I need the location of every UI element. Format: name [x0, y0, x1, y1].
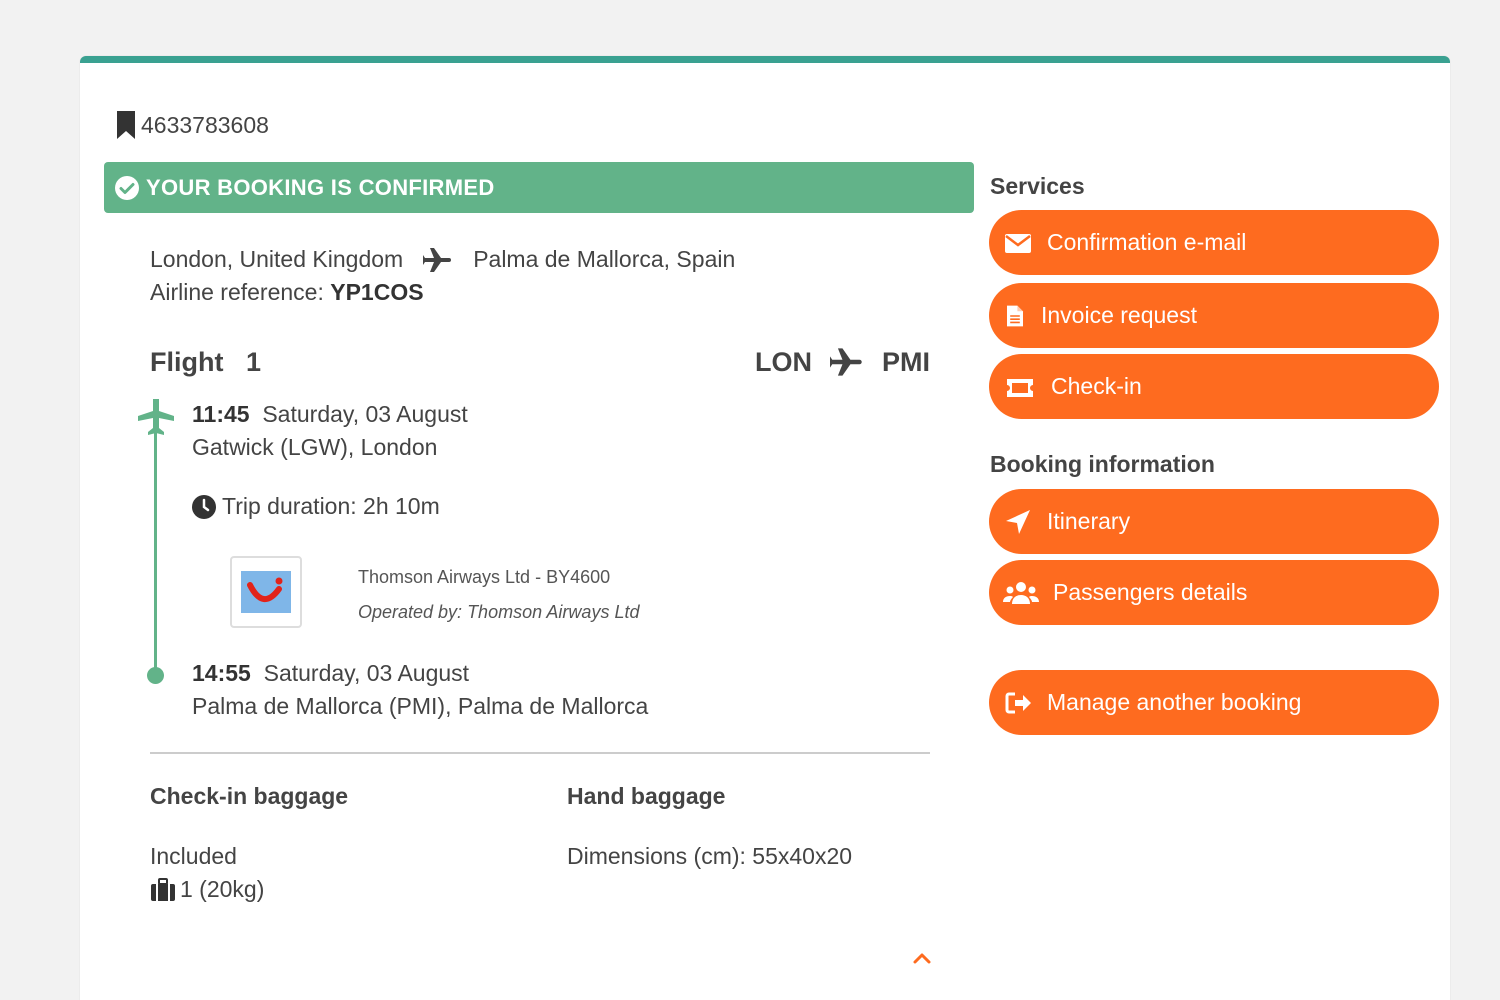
airline-reference-code: YP1COS — [330, 279, 424, 305]
route-summary: London, United Kingdom Palma de Mallorca… — [150, 243, 735, 309]
services-title: Services — [990, 173, 1085, 199]
departure-airport: Gatwick (LGW), London — [192, 434, 438, 460]
passengers-details-button[interactable]: Passengers details — [989, 560, 1439, 625]
hand-baggage: Hand baggage Dimensions (cm): 55x40x20 — [567, 783, 852, 873]
suitcase-icon — [151, 877, 175, 901]
departure-time: 11:45 — [192, 401, 250, 427]
confirmation-banner: YOUR BOOKING IS CONFIRMED — [104, 162, 974, 213]
airplane-icon — [423, 247, 452, 272]
hand-baggage-value: Dimensions (cm): 55x40x20 — [567, 843, 853, 869]
check-circle-icon — [115, 175, 139, 200]
tui-logo-icon — [247, 577, 283, 602]
arrival-dot — [147, 667, 164, 684]
origin-city: London, United Kingdom — [150, 246, 404, 272]
location-arrow-icon — [1006, 509, 1030, 534]
clock-icon — [192, 494, 216, 519]
departure-plane-icon — [138, 399, 174, 435]
arrival-date: Saturday, 03 August — [263, 660, 470, 686]
checkin-baggage-title: Check-in baggage — [150, 783, 349, 809]
checkin-baggage-value: Included — [150, 843, 237, 869]
from-code: LON — [754, 346, 812, 377]
airline-info: Thomson Airways Ltd - BY4600 Operated by… — [358, 560, 639, 630]
flight-label: Flight — [150, 346, 224, 377]
booking-id: 4633783608 — [115, 111, 269, 139]
checkin-baggage-count: 1 (20kg) — [180, 876, 265, 902]
arrival-info: 14:55 Saturday, 03 August Palma de Mallo… — [192, 657, 648, 723]
confirmation-email-button[interactable]: Confirmation e-mail — [989, 210, 1439, 275]
sign-out-icon — [1005, 692, 1031, 713]
flight-number: 1 — [246, 346, 262, 377]
arrival-airport: Palma de Mallorca (PMI), Palma de Mallor… — [192, 693, 649, 719]
to-code: PMI — [881, 346, 930, 377]
check-in-button[interactable]: Check-in — [989, 354, 1439, 419]
itinerary-button[interactable]: Itinerary — [989, 489, 1439, 554]
departure-date: Saturday, 03 August — [262, 401, 468, 427]
users-icon — [1003, 581, 1039, 604]
arrival-time: 14:55 — [192, 660, 251, 686]
booking-information-title: Booking information — [990, 451, 1215, 477]
booking-card: 4633783608 YOUR BOOKING IS CONFIRMED Lon… — [80, 56, 1450, 1000]
trip-duration: Trip duration: 2h 10m — [192, 493, 440, 520]
ticket-icon — [1007, 378, 1033, 397]
envelope-icon — [1005, 233, 1031, 253]
timeline-line — [154, 418, 157, 673]
carrier-name: Thomson Airways Ltd - BY4600 — [358, 567, 611, 587]
departure-info: 11:45 Saturday, 03 August Gatwick (LGW),… — [192, 398, 468, 464]
airline-reference: Airline reference: YP1COS — [150, 279, 424, 305]
flight-header: Flight 1 LON PMI — [150, 345, 930, 379]
confirmation-text: YOUR BOOKING IS CONFIRMED — [146, 174, 495, 200]
hand-baggage-title: Hand baggage — [567, 783, 726, 809]
airplane-icon — [829, 348, 862, 376]
divider — [150, 752, 930, 754]
manage-another-booking-button[interactable]: Manage another booking — [989, 670, 1439, 735]
booking-id-value: 4633783608 — [141, 111, 269, 138]
operated-by: Operated by: Thomson Airways Ltd — [358, 602, 640, 622]
chevron-up-icon[interactable] — [912, 951, 932, 965]
invoice-request-button[interactable]: Invoice request — [989, 283, 1439, 348]
airline-logo — [230, 556, 302, 628]
document-icon — [1007, 305, 1023, 326]
bookmark-icon — [117, 111, 135, 139]
checkin-baggage: Check-in baggage Included 1 (20kg) — [150, 783, 348, 906]
destination-city: Palma de Mallorca, Spain — [473, 246, 736, 272]
